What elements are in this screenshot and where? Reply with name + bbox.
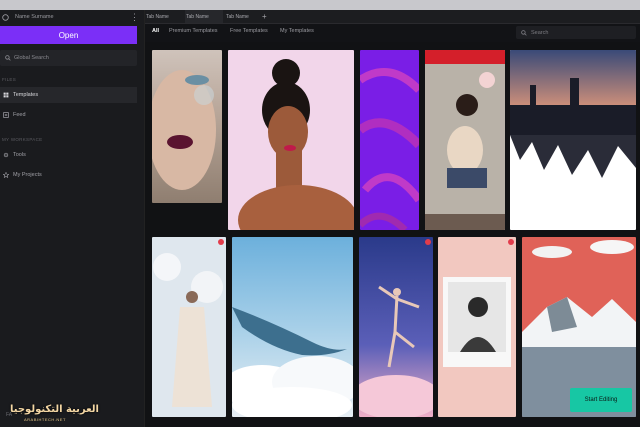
filter-premium[interactable]: Premium Templates <box>169 28 218 34</box>
watermark-arabic-text: العربية التكنولوجيا <box>10 404 99 415</box>
search-icon <box>5 55 11 61</box>
workspace-logo-icon <box>2 13 9 21</box>
workspace-switcher[interactable]: Name Surname ⋮ <box>0 10 144 24</box>
star-icon <box>3 172 9 178</box>
sidebar-item-tools[interactable]: Tools <box>0 147 137 163</box>
tab-bar: Tab Name Tab Name Tab Name + <box>145 10 640 24</box>
template-card-city-sunset[interactable] <box>510 50 636 230</box>
sidebar-item-label: My Projects <box>13 172 42 178</box>
city-sunset-image <box>510 50 636 178</box>
template-card-portrait-bun[interactable] <box>228 50 354 230</box>
sidebar-item-templates[interactable]: Templates <box>0 87 137 103</box>
filter-free[interactable]: Free Templates <box>230 28 268 34</box>
filter-all[interactable]: All <box>152 28 159 34</box>
sidebar-item-label: Templates <box>13 92 39 98</box>
filter-bar: All Premium Templates Free Templates My … <box>145 24 640 42</box>
section-label-files: FILES <box>2 77 17 82</box>
premium-badge <box>508 239 514 245</box>
start-editing-button[interactable]: Start Editing <box>570 388 632 412</box>
portrait-glitter-image <box>152 70 216 190</box>
open-button[interactable]: Open <box>0 26 137 44</box>
collage-woman-image <box>425 50 505 230</box>
woman-dress-image <box>153 253 223 407</box>
premium-badge <box>218 239 224 245</box>
whale-clouds-image <box>232 307 353 417</box>
premium-badge <box>425 239 431 245</box>
template-card-portrait-glitter[interactable] <box>152 50 222 203</box>
template-search-input[interactable]: Search <box>516 26 636 39</box>
watermark-logo: العربية التكنولوجيا ARABIHTECH.NET <box>10 404 99 422</box>
search-placeholder: Search <box>531 29 549 36</box>
template-card-woman-white-dress[interactable] <box>152 237 226 417</box>
search-icon <box>521 29 527 36</box>
tab-2[interactable]: Tab Name <box>185 10 223 23</box>
template-card-dancer[interactable] <box>359 237 433 417</box>
template-card-whale-clouds[interactable] <box>232 237 353 417</box>
filter-my[interactable]: My Templates <box>280 28 314 34</box>
sidebar: Name Surname ⋮ Open Global Search FILES … <box>0 10 145 427</box>
sidebar-item-label: Feed <box>13 112 26 118</box>
global-search-input[interactable]: Global Search <box>0 50 137 66</box>
template-card-polaroid[interactable] <box>438 237 516 417</box>
section-label-workspace: MY WORKSPACE <box>2 137 43 142</box>
sidebar-item-my-projects[interactable]: My Projects <box>0 167 137 183</box>
dancer-image <box>359 285 433 417</box>
templates-icon <box>3 92 9 98</box>
tools-icon <box>3 152 9 158</box>
feed-icon <box>3 112 9 118</box>
global-search-placeholder: Global Search <box>14 55 49 61</box>
workspace-name: Name Surname <box>15 14 54 20</box>
template-card-collage-woman[interactable] <box>425 50 505 230</box>
sidebar-item-label: Tools <box>13 152 26 158</box>
tab-1[interactable]: Tab Name <box>145 10 183 23</box>
tab-3[interactable]: Tab Name <box>225 10 263 23</box>
sidebar-item-feed[interactable]: Feed <box>0 107 137 123</box>
portrait-bun-image <box>238 59 354 230</box>
window-top-strip <box>0 0 640 10</box>
polaroid-image <box>443 277 511 367</box>
watermark-latin-text: ARABIHTECH.NET <box>24 417 66 422</box>
template-card-purple-leaves[interactable] <box>360 50 419 230</box>
add-tab-icon[interactable]: + <box>262 10 267 23</box>
kebab-icon[interactable]: ⋮ <box>130 10 139 24</box>
purple-leaf-image <box>360 68 419 230</box>
